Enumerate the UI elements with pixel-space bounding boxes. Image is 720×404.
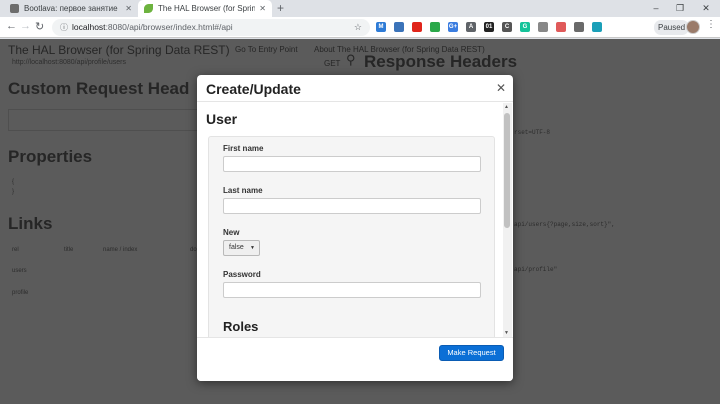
- new-tab-button[interactable]: +: [277, 1, 284, 15]
- response-headers-heading: Response Headers: [364, 52, 518, 71]
- cloud-ext-icon[interactable]: [556, 22, 566, 32]
- minimize-icon[interactable]: –: [644, 0, 668, 16]
- m-ext-icon[interactable]: M: [376, 22, 386, 32]
- request-url: http://localhost:8080/api/profile/users: [12, 59, 127, 66]
- address-bar[interactable]: ⓘ localhost:8080/api/browser/index.html#/…: [52, 19, 370, 36]
- check-ext-icon[interactable]: [430, 22, 440, 32]
- password-field[interactable]: [223, 282, 481, 298]
- page-favicon-icon: [10, 4, 19, 13]
- tab-title: Bootlava: первое занятие: [24, 4, 118, 13]
- close-window-icon[interactable]: ✕: [694, 0, 718, 16]
- page-brand[interactable]: The HAL Browser (for Spring Data REST): [8, 43, 230, 57]
- modal-footer: Make Request: [197, 337, 513, 381]
- properties-heading: Properties: [8, 147, 93, 166]
- links-col-do: do: [190, 247, 197, 253]
- o1-ext-icon[interactable]: 01: [484, 22, 494, 32]
- sync-paused-badge[interactable]: Paused: [654, 20, 690, 35]
- gplus-ext-icon[interactable]: G+: [448, 22, 458, 32]
- response-code-line: api/profile": [514, 266, 558, 273]
- password-label: Password: [223, 270, 261, 279]
- response-code-line: api/users{?page,size,sort}",: [514, 221, 615, 228]
- new-label: New: [223, 228, 240, 237]
- first-name-label: First name: [223, 144, 264, 153]
- forward-arrow-icon[interactable]: →: [20, 20, 31, 32]
- brace-open: {: [12, 179, 15, 185]
- roles-heading: Roles: [223, 319, 259, 334]
- scrollbar-thumb[interactable]: [504, 113, 510, 228]
- brace-close: }: [12, 189, 15, 195]
- nav-entry-point[interactable]: Go To Entry Point: [235, 45, 298, 54]
- arrow-icon: ⚲: [346, 52, 356, 67]
- chevron-down-icon: ▼: [250, 245, 255, 251]
- section-title: User: [206, 111, 238, 127]
- leaf-ext-icon[interactable]: [538, 22, 548, 32]
- close-tab-icon[interactable]: ✕: [259, 4, 266, 13]
- profile-avatar[interactable]: [686, 20, 700, 34]
- pin-ext-icon[interactable]: [592, 22, 602, 32]
- links-heading: Links: [8, 214, 53, 233]
- back-arrow-icon[interactable]: ←: [6, 20, 17, 32]
- browser-toolbar: ← → ↻ ⓘ localhost:8080/api/browser/index.…: [0, 17, 720, 38]
- links-col-title: title: [64, 247, 74, 253]
- scroll-up-icon[interactable]: ▲: [504, 104, 509, 110]
- tab-bootlava[interactable]: Bootlava: первое занятие ✕: [4, 0, 138, 17]
- new-select-value: false: [229, 244, 244, 251]
- maximize-icon[interactable]: ❐: [668, 0, 692, 16]
- modal-header: Create/Update ✕: [197, 75, 513, 102]
- form-well: First name Last name New false ▼ Passwor…: [208, 136, 495, 337]
- last-name-field[interactable]: [223, 198, 481, 214]
- last-name-label: Last name: [223, 186, 263, 195]
- modal-scrollbar[interactable]: ▲ ▼: [503, 103, 512, 337]
- links-col-rel: rel: [12, 247, 19, 253]
- url-host: localhost: [72, 22, 106, 32]
- modal-title: Create/Update: [206, 81, 301, 97]
- translate-ext-icon[interactable]: A: [466, 22, 476, 32]
- info-icon: ⓘ: [60, 23, 68, 32]
- wave-ext-icon[interactable]: [574, 22, 584, 32]
- modal-body: User First name Last name New false ▼ Pa…: [197, 103, 503, 337]
- make-request-button[interactable]: Make Request: [439, 345, 504, 361]
- spring-leaf-icon: [144, 4, 153, 13]
- opera-ext-icon[interactable]: [412, 22, 422, 32]
- links-row-users[interactable]: users: [12, 268, 27, 274]
- links-col-name: name / index: [103, 247, 138, 253]
- create-update-modal: Create/Update ✕ User First name Last nam…: [197, 75, 513, 381]
- url-path: :8080/api/browser/index.html#/api: [105, 22, 233, 32]
- menu-icon[interactable]: ⋮: [706, 19, 716, 30]
- grammarly-ext-icon[interactable]: G: [520, 22, 530, 32]
- get-label: GET: [324, 59, 341, 68]
- new-select[interactable]: false ▼: [223, 240, 260, 256]
- response-code-line: rset=UTF-8: [514, 129, 551, 136]
- c-ext-icon[interactable]: C: [502, 22, 512, 32]
- tab-hal-browser[interactable]: The HAL Browser (for Spring Data ✕: [138, 0, 272, 17]
- scroll-down-icon[interactable]: ▼: [504, 330, 509, 336]
- first-name-field[interactable]: [223, 156, 481, 172]
- bookmark-star-icon[interactable]: ☆: [354, 19, 362, 36]
- custom-headers-box: [8, 109, 198, 131]
- tab-title: The HAL Browser (for Spring Data: [158, 4, 256, 13]
- close-tab-icon[interactable]: ✕: [125, 4, 132, 13]
- custom-headers-heading: Custom Request Head: [8, 79, 190, 98]
- reload-icon[interactable]: ↻: [35, 20, 44, 33]
- tab-strip: Bootlava: первое занятие ✕ The HAL Brows…: [0, 0, 720, 17]
- close-icon[interactable]: ✕: [496, 81, 506, 95]
- links-row-profile[interactable]: profile: [12, 290, 28, 296]
- flag-ext-icon[interactable]: [394, 22, 404, 32]
